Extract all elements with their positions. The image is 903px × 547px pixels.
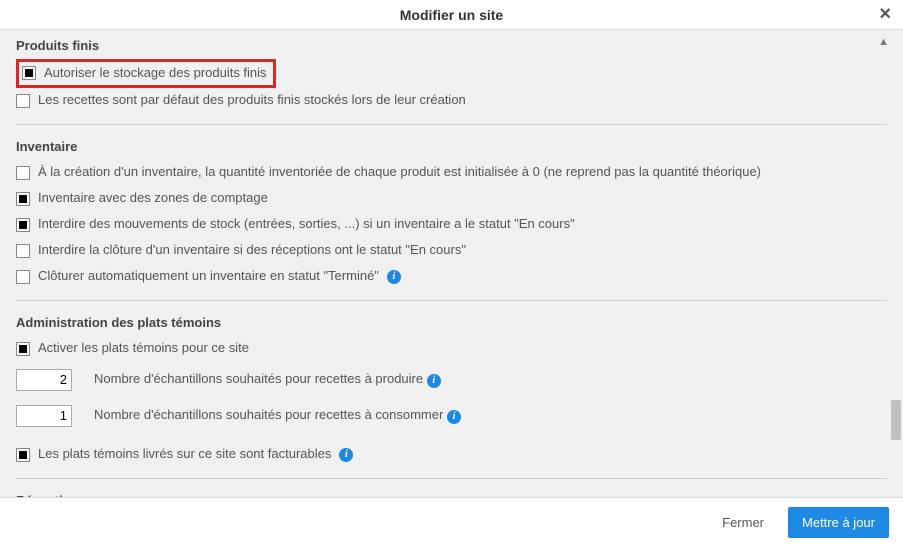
row-inv-opt4: Interdire la clôture d'un inventaire si …: [16, 238, 887, 264]
section-plats-temoins: Administration des plats témoins: [16, 315, 887, 330]
checkbox-autoriser-stockage[interactable]: [22, 66, 36, 80]
row-pf-opt2: Les recettes sont par défaut des produit…: [16, 88, 887, 114]
close-icon[interactable]: ×: [879, 4, 891, 24]
input-echantillons-consommer[interactable]: [16, 405, 72, 427]
info-icon[interactable]: i: [447, 410, 461, 424]
label-plats-facturables: Les plats témoins livrés sur ce site son…: [38, 446, 331, 463]
close-button[interactable]: Fermer: [708, 507, 778, 538]
divider: [16, 124, 887, 125]
checkbox-recettes-defaut[interactable]: [16, 94, 30, 108]
label-echantillons-produire: Nombre d'échantillons souhaités pour rec…: [94, 371, 441, 388]
row-plats-opt2: Les plats témoins livrés sur ce site son…: [16, 442, 887, 468]
row-inv-opt3: Interdire des mouvements de stock (entré…: [16, 212, 887, 238]
modal-header: Modifier un site ×: [0, 0, 903, 30]
row-inv-opt2: Inventaire avec des zones de comptage: [16, 186, 887, 212]
section-produits-finis: Produits finis: [16, 38, 887, 53]
modal-body: ▲ Produits finis Autoriser le stockage d…: [0, 30, 903, 497]
highlight-box: Autoriser le stockage des produits finis: [16, 59, 276, 88]
label-echantillons-produire-text: Nombre d'échantillons souhaités pour rec…: [94, 371, 423, 386]
info-icon[interactable]: i: [339, 448, 353, 462]
checkbox-inv-init-zero[interactable]: [16, 166, 30, 180]
checkbox-activer-plats[interactable]: [16, 342, 30, 356]
section-inventaire: Inventaire: [16, 139, 887, 154]
label-inv-interdire-cloture: Interdire la clôture d'un inventaire si …: [38, 242, 466, 259]
info-icon[interactable]: i: [427, 374, 441, 388]
checkbox-inv-cloturer-auto[interactable]: [16, 270, 30, 284]
row-plats-num1: Nombre d'échantillons souhaités pour rec…: [16, 362, 887, 398]
scrollbar-thumb[interactable]: [891, 400, 901, 440]
info-icon[interactable]: i: [387, 270, 401, 284]
label-activer-plats: Activer les plats témoins pour ce site: [38, 340, 249, 357]
submit-button[interactable]: Mettre à jour: [788, 507, 889, 538]
divider: [16, 300, 887, 301]
row-inv-opt5: Clôturer automatiquement un inventaire e…: [16, 264, 887, 290]
label-echantillons-consommer-text: Nombre d'échantillons souhaités pour rec…: [94, 407, 443, 422]
row-pf-opt1: Autoriser le stockage des produits finis: [16, 59, 887, 88]
checkbox-inv-interdire-cloture[interactable]: [16, 244, 30, 258]
checkbox-inv-interdire-mouvements[interactable]: [16, 218, 30, 232]
checkbox-inv-zones[interactable]: [16, 192, 30, 206]
label-inv-init-zero: À la création d'un inventaire, la quanti…: [38, 164, 761, 181]
checkbox-plats-facturables[interactable]: [16, 448, 30, 462]
row-inv-opt1: À la création d'un inventaire, la quanti…: [16, 160, 887, 186]
label-inv-interdire-mouvements: Interdire des mouvements de stock (entré…: [38, 216, 575, 233]
row-plats-num2: Nombre d'échantillons souhaités pour rec…: [16, 398, 887, 434]
label-recettes-defaut: Les recettes sont par défaut des produit…: [38, 92, 466, 109]
label-inv-zones: Inventaire avec des zones de comptage: [38, 190, 268, 207]
row-plats-opt1: Activer les plats témoins pour ce site: [16, 336, 887, 362]
chevron-up-icon[interactable]: ▲: [878, 36, 889, 48]
modal-footer: Fermer Mettre à jour: [0, 497, 903, 547]
label-autoriser-stockage: Autoriser le stockage des produits finis: [44, 65, 267, 82]
divider: [16, 478, 887, 479]
input-echantillons-produire[interactable]: [16, 369, 72, 391]
label-echantillons-consommer: Nombre d'échantillons souhaités pour rec…: [94, 407, 461, 424]
modal-content: Produits finis Autoriser le stockage des…: [0, 30, 903, 497]
label-inv-cloturer-auto: Clôturer automatiquement un inventaire e…: [38, 268, 379, 285]
modal-title: Modifier un site: [400, 7, 503, 23]
